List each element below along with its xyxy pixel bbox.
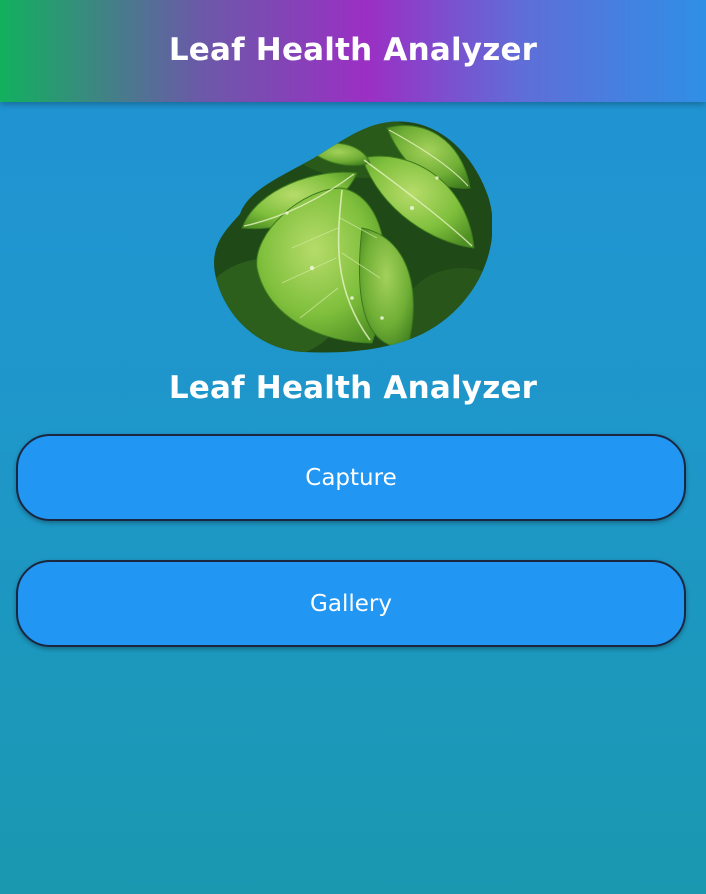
app-bar-title: Leaf Health Analyzer bbox=[168, 32, 538, 68]
gallery-button-label: Gallery bbox=[310, 590, 392, 617]
capture-button[interactable]: Capture bbox=[16, 434, 686, 521]
page-heading: Leaf Health Analyzer bbox=[168, 370, 538, 406]
capture-button-label: Capture bbox=[305, 464, 397, 491]
app-bar: Leaf Health Analyzer bbox=[0, 0, 706, 102]
leaf-photo bbox=[214, 121, 492, 353]
gallery-button[interactable]: Gallery bbox=[16, 560, 686, 647]
